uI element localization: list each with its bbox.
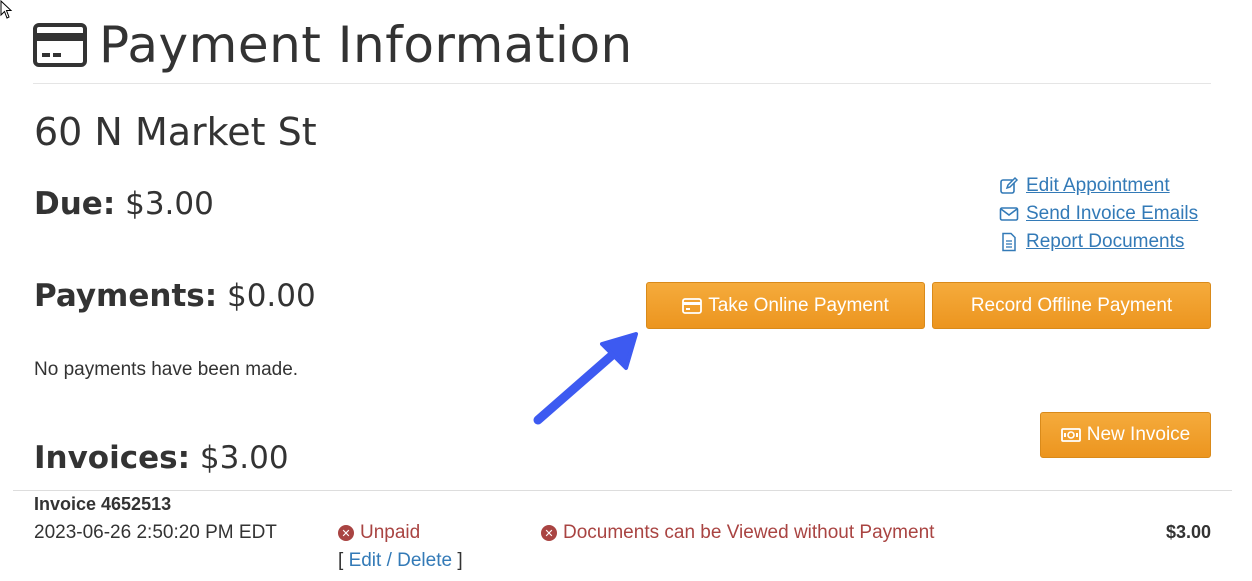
invoice-divider — [13, 490, 1232, 491]
due-summary: Due: $3.00 — [34, 186, 214, 222]
documents-status-label: Documents can be Viewed without Payment — [563, 522, 935, 543]
payments-value: $0.00 — [226, 278, 316, 314]
bracket-open: [ — [338, 550, 344, 571]
due-label: Due: — [34, 186, 116, 222]
times-circle-icon: ✕ — [338, 525, 354, 541]
no-payments-message: No payments have been made. — [34, 359, 299, 380]
report-documents-link[interactable]: Report Documents — [999, 228, 1198, 256]
new-invoice-button[interactable]: New Invoice — [1040, 412, 1211, 458]
page-title: Payment Information — [99, 16, 633, 74]
envelope-icon — [999, 207, 1019, 221]
money-icon — [1060, 428, 1081, 442]
record-offline-payment-button[interactable]: Record Offline Payment — [932, 282, 1211, 329]
send-invoice-emails-link[interactable]: Send Invoice Emails — [999, 200, 1198, 228]
invoice-title: Invoice 4652513 — [34, 494, 172, 514]
mouse-cursor-icon — [0, 0, 13, 19]
invoices-summary: Invoices: $3.00 — [34, 440, 289, 476]
record-offline-payment-label: Record Offline Payment — [970, 294, 1173, 316]
page-header: Payment Information — [33, 14, 633, 76]
invoices-value: $3.00 — [199, 440, 289, 476]
documents-status-badge: ✕ Documents can be Viewed without Paymen… — [541, 522, 934, 544]
appointment-links: Edit Appointment Send Invoice Emails Rep… — [999, 172, 1198, 256]
report-documents-label: Report Documents — [1026, 231, 1185, 252]
edit-appointment-label: Edit Appointment — [1026, 175, 1170, 196]
invoice-amount: $3.00 — [1165, 522, 1211, 542]
edit-delete-invoice-link[interactable]: Edit / Delete — [349, 550, 453, 571]
document-icon — [1002, 232, 1016, 252]
due-value: $3.00 — [125, 186, 214, 222]
invoice-actions: [ Edit / Delete ] — [338, 550, 463, 572]
edit-icon — [1000, 176, 1019, 194]
take-online-payment-button[interactable]: Take Online Payment — [646, 282, 925, 329]
take-online-payment-label: Take Online Payment — [708, 294, 889, 316]
invoices-label: Invoices: — [34, 440, 190, 476]
invoice-date: 2023-06-26 2:50:20 PM EDT — [34, 522, 277, 543]
annotation-arrow-icon — [533, 332, 638, 425]
invoice-status-badge: ✕ Unpaid — [338, 522, 420, 544]
credit-card-icon — [33, 23, 87, 67]
payments-label: Payments: — [34, 278, 218, 314]
invoice-status-label: Unpaid — [360, 522, 421, 543]
credit-card-icon — [682, 297, 703, 314]
header-divider — [33, 83, 1211, 84]
times-circle-icon: ✕ — [541, 525, 557, 541]
new-invoice-label: New Invoice — [1086, 424, 1191, 445]
bracket-close: ] — [457, 550, 463, 571]
send-invoice-emails-label: Send Invoice Emails — [1026, 203, 1199, 224]
edit-appointment-link[interactable]: Edit Appointment — [999, 172, 1198, 200]
payments-summary: Payments: $0.00 — [34, 278, 316, 314]
property-address: 60 N Market St — [34, 110, 317, 154]
